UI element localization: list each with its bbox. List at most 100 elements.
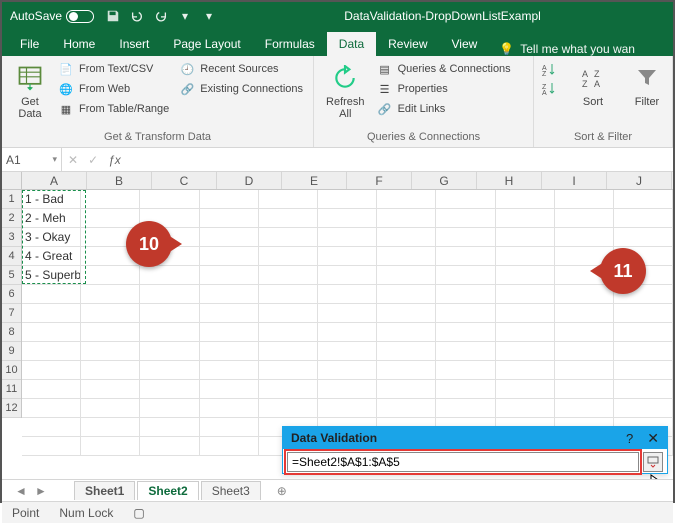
cell[interactable] bbox=[140, 418, 199, 437]
cell[interactable] bbox=[22, 399, 81, 418]
row-header[interactable]: 5 bbox=[2, 266, 21, 285]
cell[interactable] bbox=[555, 399, 614, 418]
cell[interactable] bbox=[81, 418, 140, 437]
cell[interactable] bbox=[377, 323, 436, 342]
cell[interactable] bbox=[200, 228, 259, 247]
column-header[interactable]: C bbox=[152, 172, 217, 189]
get-data-button[interactable]: Get Data bbox=[10, 60, 50, 122]
cell[interactable] bbox=[377, 342, 436, 361]
cell[interactable] bbox=[318, 190, 377, 209]
cell[interactable] bbox=[200, 437, 259, 456]
cell[interactable] bbox=[200, 285, 259, 304]
cell[interactable] bbox=[81, 190, 140, 209]
fx-icon[interactable]: ƒx bbox=[108, 153, 121, 167]
cell[interactable] bbox=[81, 304, 140, 323]
cell[interactable] bbox=[81, 399, 140, 418]
filter-button[interactable]: Filter bbox=[627, 60, 667, 110]
tab-review[interactable]: Review bbox=[376, 32, 439, 56]
cell[interactable] bbox=[377, 399, 436, 418]
cell[interactable] bbox=[496, 323, 555, 342]
redo-icon[interactable] bbox=[154, 9, 168, 23]
row-header[interactable]: 9 bbox=[2, 342, 21, 361]
cell[interactable] bbox=[614, 228, 673, 247]
cell[interactable] bbox=[259, 399, 318, 418]
column-header[interactable]: J bbox=[607, 172, 672, 189]
tell-me-search[interactable]: 💡 Tell me what you wan bbox=[489, 42, 673, 56]
cell[interactable] bbox=[140, 399, 199, 418]
sort-desc-button[interactable]: ZA bbox=[539, 79, 559, 97]
cell[interactable] bbox=[496, 361, 555, 380]
cell[interactable] bbox=[22, 285, 81, 304]
from-web-button[interactable]: 🌐From Web bbox=[56, 80, 171, 98]
cell[interactable] bbox=[259, 323, 318, 342]
cell[interactable] bbox=[436, 266, 495, 285]
row-header[interactable]: 4 bbox=[2, 247, 21, 266]
row-header[interactable]: 10 bbox=[2, 361, 21, 380]
expand-dialog-button[interactable] bbox=[643, 452, 663, 472]
cell[interactable] bbox=[555, 209, 614, 228]
spreadsheet-grid[interactable]: ABCDEFGHIJ 123456789101112 1 - Bad2 - Me… bbox=[2, 172, 673, 479]
cell[interactable] bbox=[200, 209, 259, 228]
cell[interactable] bbox=[318, 342, 377, 361]
cell[interactable] bbox=[140, 266, 199, 285]
from-text-csv-button[interactable]: 📄From Text/CSV bbox=[56, 60, 171, 78]
sheet-nav-prev[interactable]: ◄ bbox=[12, 484, 30, 498]
cell[interactable] bbox=[496, 304, 555, 323]
cell[interactable] bbox=[140, 323, 199, 342]
cell[interactable] bbox=[81, 285, 140, 304]
cell[interactable] bbox=[22, 380, 81, 399]
cell[interactable] bbox=[22, 437, 81, 456]
add-sheet-button[interactable]: ⊕ bbox=[273, 482, 291, 500]
cell[interactable] bbox=[614, 342, 673, 361]
cell[interactable] bbox=[259, 266, 318, 285]
queries-connections-button[interactable]: ▤Queries & Connections bbox=[375, 60, 513, 78]
cell[interactable] bbox=[259, 342, 318, 361]
tab-insert[interactable]: Insert bbox=[107, 32, 161, 56]
cell[interactable] bbox=[259, 247, 318, 266]
cell[interactable] bbox=[318, 399, 377, 418]
tab-file[interactable]: File bbox=[8, 32, 51, 56]
existing-connections-button[interactable]: 🔗Existing Connections bbox=[177, 80, 305, 98]
tab-pagelayout[interactable]: Page Layout bbox=[161, 32, 252, 56]
sheet-tab-1[interactable]: Sheet1 bbox=[74, 481, 135, 500]
cell[interactable] bbox=[496, 247, 555, 266]
cell[interactable] bbox=[614, 190, 673, 209]
cell[interactable] bbox=[377, 380, 436, 399]
cell[interactable] bbox=[436, 304, 495, 323]
cell[interactable]: 1 - Bad bbox=[22, 190, 81, 209]
edit-links-button[interactable]: 🔗Edit Links bbox=[375, 100, 513, 118]
cell[interactable] bbox=[436, 399, 495, 418]
cell[interactable] bbox=[436, 323, 495, 342]
cell[interactable]: 3 - Okay bbox=[22, 228, 81, 247]
cell[interactable] bbox=[436, 342, 495, 361]
column-header[interactable]: I bbox=[542, 172, 607, 189]
column-header[interactable]: G bbox=[412, 172, 477, 189]
cell[interactable] bbox=[377, 304, 436, 323]
cell[interactable] bbox=[436, 285, 495, 304]
cell[interactable] bbox=[318, 361, 377, 380]
cell[interactable] bbox=[555, 380, 614, 399]
cell[interactable] bbox=[318, 323, 377, 342]
tab-home[interactable]: Home bbox=[51, 32, 107, 56]
cell[interactable] bbox=[377, 285, 436, 304]
cell[interactable] bbox=[614, 361, 673, 380]
cell[interactable] bbox=[555, 304, 614, 323]
cell[interactable] bbox=[200, 190, 259, 209]
cell[interactable] bbox=[259, 190, 318, 209]
cell[interactable] bbox=[200, 304, 259, 323]
cell[interactable] bbox=[22, 323, 81, 342]
cell[interactable] bbox=[259, 361, 318, 380]
cell[interactable] bbox=[555, 190, 614, 209]
cell[interactable] bbox=[81, 437, 140, 456]
cell[interactable] bbox=[555, 228, 614, 247]
cell[interactable] bbox=[614, 323, 673, 342]
cell[interactable] bbox=[318, 266, 377, 285]
cell[interactable] bbox=[81, 323, 140, 342]
cell[interactable] bbox=[496, 399, 555, 418]
properties-button[interactable]: ☰Properties bbox=[375, 80, 513, 98]
cell[interactable] bbox=[200, 361, 259, 380]
cell[interactable] bbox=[436, 380, 495, 399]
column-header[interactable]: A bbox=[22, 172, 87, 189]
row-header[interactable]: 7 bbox=[2, 304, 21, 323]
cell[interactable] bbox=[318, 380, 377, 399]
